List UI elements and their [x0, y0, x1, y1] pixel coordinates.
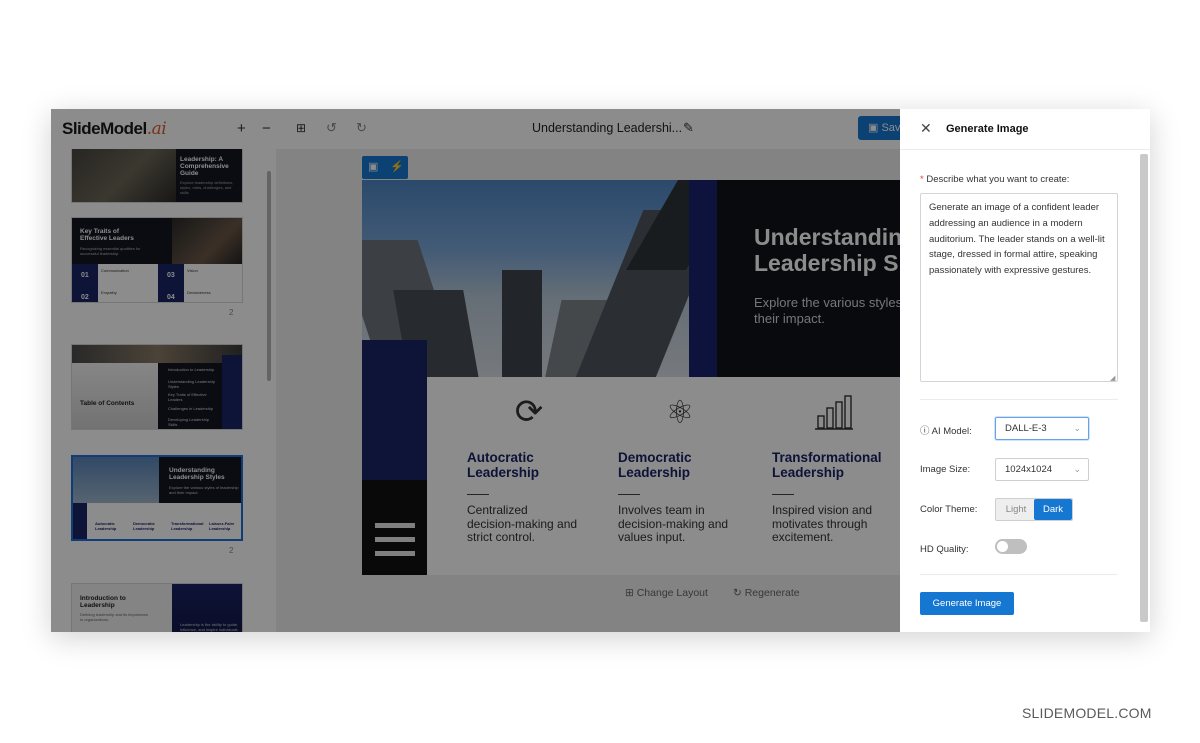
- regenerate-button[interactable]: ↻ Regenerate: [733, 587, 800, 599]
- feature-description: Inspired vision and motivates through exci…: [772, 503, 873, 544]
- menu-line: [375, 523, 415, 528]
- divider: [920, 574, 1118, 575]
- change-layout-button[interactable]: ⊞ Change Layout: [625, 587, 708, 599]
- menu-block: [362, 480, 427, 575]
- image-size-label: Image Size:: [920, 464, 971, 475]
- accent-strip: [689, 180, 717, 377]
- hd-quality-switch[interactable]: [995, 539, 1027, 554]
- feature-description: Involves team in decision-making and value…: [618, 503, 729, 544]
- undo-icon[interactable]: ↺: [326, 120, 337, 136]
- slide-preview[interactable]: Understandin Leadership S Explore the va…: [362, 180, 922, 575]
- app-window: SlideModel.ai + − ⊞ ↺ ↻ Understanding Le…: [51, 109, 1150, 632]
- feature-description: Centralized decision-making and strict con…: [467, 503, 578, 544]
- magic-wand-icon[interactable]: ⚡: [390, 160, 404, 173]
- slide-subtitle[interactable]: Explore the various styles their impact.: [754, 295, 902, 327]
- chevron-down-icon: ⌄: [1073, 423, 1081, 433]
- slide-thumbnail[interactable]: Table of Contents Introduction to Leader…: [71, 344, 243, 430]
- color-theme-label: Color Theme:: [920, 504, 978, 515]
- divider: [920, 399, 1118, 400]
- comment-count: 2: [229, 308, 234, 317]
- ai-model-label: ⓘ AI Model:: [920, 426, 972, 437]
- info-icon[interactable]: ⓘ: [920, 426, 932, 437]
- atom-icon: ⚛: [665, 394, 695, 430]
- close-icon[interactable]: ✕: [920, 120, 932, 137]
- ai-model-select[interactable]: DALL-E-3 ⌄: [995, 417, 1089, 440]
- color-theme-toggle: Light Dark: [995, 498, 1073, 521]
- menu-line: [375, 537, 415, 542]
- panel-scrollbar[interactable]: [1140, 154, 1148, 622]
- comment-count: 2: [229, 546, 234, 555]
- feature-divider: [467, 494, 489, 495]
- minus-icon[interactable]: −: [262, 120, 271, 137]
- generate-image-button[interactable]: Generate Image: [920, 592, 1014, 615]
- slide-thumbnail-sidebar: Leadership: A Comprehensive Guide Explor…: [51, 149, 276, 632]
- app-logo: SlideModel.ai: [62, 119, 167, 139]
- menu-line: [375, 551, 415, 556]
- feature-divider: [618, 494, 640, 495]
- feature-title: Autocratic Leadership: [467, 450, 540, 480]
- image-icon[interactable]: ▣: [368, 160, 378, 173]
- feature-divider: [772, 494, 794, 495]
- theme-light-option[interactable]: Light: [997, 499, 1035, 520]
- resize-handle-icon[interactable]: ◢: [1110, 374, 1115, 382]
- document-title[interactable]: Understanding Leadershi...: [532, 121, 682, 135]
- prompt-textarea[interactable]: Generate an image of a confident leader …: [920, 193, 1118, 382]
- refresh-icon: ↻: [733, 587, 745, 599]
- image-toolbar: ▣ ⚡: [362, 156, 408, 179]
- slide-thumbnail[interactable]: Key Traits of Effective Leaders Recogniz…: [71, 217, 243, 303]
- chevron-down-icon: ⌄: [1073, 464, 1081, 474]
- bar-chart-icon: [814, 392, 854, 432]
- image-size-select[interactable]: 1024x1024 ⌄: [995, 458, 1089, 481]
- save-icon: ▣: [868, 122, 882, 134]
- hd-quality-label: HD Quality:: [920, 544, 969, 555]
- panel-header: ✕ Generate Image: [900, 109, 1150, 150]
- slide-thumbnail[interactable]: Leadership: A Comprehensive Guide Explor…: [71, 149, 243, 203]
- accent-block: [362, 340, 427, 480]
- slide-thumbnail[interactable]: Introduction to Leadership Defining lead…: [71, 583, 243, 632]
- generate-image-panel: ✕ Generate Image * Describe what you wan…: [900, 109, 1150, 632]
- sidebar-scrollbar[interactable]: [267, 171, 271, 381]
- feature-title: Democratic Leadership: [618, 450, 692, 480]
- prompt-label: * Describe what you want to create:: [920, 174, 1070, 185]
- watermark: SLIDEMODEL.COM: [1022, 705, 1152, 721]
- theme-dark-option[interactable]: Dark: [1034, 499, 1072, 520]
- cycle-arrows-icon: ⟳: [514, 393, 544, 431]
- plus-icon[interactable]: +: [237, 120, 246, 137]
- slide-thumbnail-active[interactable]: Understanding Leadership Styles Explore …: [71, 455, 243, 541]
- switch-knob: [997, 541, 1008, 552]
- slide-canvas: ▣ ⚡ Understandin Leadership S Explore th…: [276, 149, 922, 632]
- redo-icon[interactable]: ↻: [356, 120, 367, 136]
- slide-title[interactable]: Understandin Leadership S: [754, 224, 902, 276]
- title-panel: [717, 180, 922, 377]
- edit-icon[interactable]: ✎: [683, 120, 694, 136]
- feature-title: Transformational Leadership: [772, 450, 882, 480]
- panel-title: Generate Image: [946, 123, 1029, 135]
- grid-icon[interactable]: ⊞: [296, 121, 306, 135]
- layout-icon: ⊞: [625, 587, 637, 599]
